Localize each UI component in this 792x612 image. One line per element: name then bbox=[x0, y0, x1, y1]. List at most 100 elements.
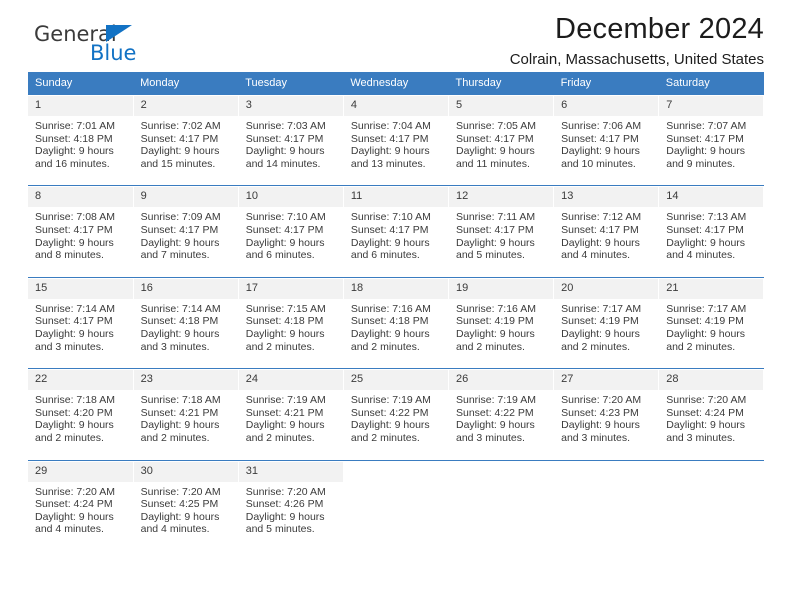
sunset-time: Sunset: 4:17 PM bbox=[666, 132, 744, 145]
week-gap-spacer bbox=[28, 450, 764, 460]
sunrise-time: Sunrise: 7:19 AM bbox=[350, 394, 431, 407]
daylight-duration-line2: and 14 minutes. bbox=[245, 157, 321, 170]
day-number: 21 bbox=[659, 278, 764, 299]
calendar-day-cell[interactable]: 27 Sunrise: 7:20 AM Sunset: 4:23 PM Dayligh… bbox=[553, 370, 660, 451]
sunset-time: Sunset: 4:18 PM bbox=[140, 315, 219, 328]
sunset-time: Sunset: 4:18 PM bbox=[350, 315, 429, 328]
calendar-day-cell[interactable]: 14 Sunrise: 7:13 AM Sunset: 4:17 PM Dayligh… bbox=[658, 187, 765, 268]
title-block: December 2024 Colrain, Massachusetts, Un… bbox=[510, 0, 764, 71]
day-number: 20 bbox=[554, 278, 659, 299]
day-number: 6 bbox=[554, 96, 659, 116]
calendar-day-cell[interactable]: 17 Sunrise: 7:15 AM Sunset: 4:18 PM Dayligh… bbox=[238, 278, 344, 360]
calendar-day-cell[interactable]: 16 Sunrise: 7:14 AM Sunset: 4:18 PM Dayligh… bbox=[133, 278, 239, 360]
day-sun-info: Sunrise: 7:02 AM Sunset: 4:17 PM Daylight:… bbox=[134, 116, 238, 176]
daylight-duration-line1: Daylight: 9 hours bbox=[245, 236, 325, 249]
calendar-day-cell[interactable]: 7 Sunrise: 7:07 AM Sunset: 4:17 PM Daylight… bbox=[658, 96, 765, 177]
day-sun-info bbox=[344, 482, 448, 492]
calendar-day-cell[interactable]: 31 Sunrise: 7:20 AM Sunset: 4:26 PM Dayligh… bbox=[238, 461, 344, 542]
sunset-time: Sunset: 4:17 PM bbox=[140, 132, 219, 145]
calendar-day-cell[interactable]: 3 Sunrise: 7:03 AM Sunset: 4:17 PM Daylight… bbox=[238, 96, 344, 177]
calendar-day-cell[interactable]: 10 Sunrise: 7:10 AM Sunset: 4:17 PM Dayligh… bbox=[238, 187, 344, 268]
day-sun-info: Sunrise: 7:12 AM Sunset: 4:17 PM Daylight:… bbox=[554, 207, 658, 267]
daylight-duration-line2: and 3 minutes. bbox=[666, 431, 736, 444]
day-sun-info: Sunrise: 7:14 AM Sunset: 4:18 PM Daylight:… bbox=[134, 299, 238, 359]
calendar-day-cell[interactable]: 23 Sunrise: 7:18 AM Sunset: 4:21 PM Dayligh… bbox=[133, 370, 239, 451]
day-number: 10 bbox=[238, 187, 343, 208]
sunrise-time: Sunrise: 7:17 AM bbox=[561, 302, 642, 315]
week-gap bbox=[28, 267, 764, 278]
logo-text-blue: Blue bbox=[90, 41, 137, 65]
calendar-day-cell[interactable]: 9 Sunrise: 7:09 AM Sunset: 4:17 PM Daylight… bbox=[133, 187, 239, 268]
calendar-day-cell[interactable]: 5 Sunrise: 7:05 AM Sunset: 4:17 PM Daylight… bbox=[448, 96, 555, 177]
calendar-day-cell[interactable]: 22 Sunrise: 7:18 AM Sunset: 4:20 PM Dayligh… bbox=[28, 370, 134, 451]
daylight-duration-line2: and 4 minutes. bbox=[140, 523, 210, 536]
day-sun-info: Sunrise: 7:20 AM Sunset: 4:26 PM Daylight:… bbox=[239, 482, 343, 542]
general-blue-logo[interactable]: General Blue bbox=[28, 22, 208, 68]
daylight-duration-line2: and 2 minutes. bbox=[140, 431, 210, 444]
sunset-time: Sunset: 4:26 PM bbox=[245, 498, 324, 511]
calendar-day-cell[interactable]: 19 Sunrise: 7:16 AM Sunset: 4:19 PM Dayligh… bbox=[448, 278, 555, 360]
day-number: 25 bbox=[343, 370, 448, 391]
day-number: 27 bbox=[554, 370, 659, 391]
day-sun-info: Sunrise: 7:17 AM Sunset: 4:19 PM Daylight:… bbox=[554, 299, 658, 359]
day-number bbox=[659, 461, 764, 482]
daylight-duration-line1: Daylight: 9 hours bbox=[666, 419, 746, 432]
calendar-day-cell[interactable]: 2 Sunrise: 7:02 AM Sunset: 4:17 PM Daylight… bbox=[133, 96, 239, 177]
calendar-day-cell[interactable]: 21 Sunrise: 7:17 AM Sunset: 4:19 PM Dayligh… bbox=[658, 278, 765, 360]
sunrise-time: Sunrise: 7:03 AM bbox=[245, 120, 326, 132]
calendar-day-cell[interactable]: 30 Sunrise: 7:20 AM Sunset: 4:25 PM Dayligh… bbox=[133, 461, 239, 542]
day-sun-info: Sunrise: 7:11 AM Sunset: 4:17 PM Daylight:… bbox=[449, 207, 553, 267]
day-sun-info bbox=[659, 482, 763, 492]
calendar-day-cell[interactable]: 6 Sunrise: 7:06 AM Sunset: 4:17 PM Daylight… bbox=[553, 96, 660, 177]
weekday-header-wednesday: Wednesday bbox=[343, 72, 449, 95]
daylight-duration-line1: Daylight: 9 hours bbox=[35, 145, 114, 158]
daylight-duration-line1: Daylight: 9 hours bbox=[561, 236, 640, 249]
calendar-day-cell[interactable]: 8 Sunrise: 7:08 AM Sunset: 4:17 PM Daylight… bbox=[28, 187, 134, 268]
week-gap bbox=[28, 176, 764, 186]
daylight-duration-line2: and 6 minutes. bbox=[245, 249, 315, 262]
day-sun-info: Sunrise: 7:17 AM Sunset: 4:19 PM Daylight:… bbox=[659, 299, 763, 359]
sunrise-time: Sunrise: 7:08 AM bbox=[35, 211, 115, 224]
calendar-day-cell[interactable]: 15 Sunrise: 7:14 AM Sunset: 4:17 PM Dayligh… bbox=[28, 278, 134, 360]
calendar-day-cell[interactable]: 13 Sunrise: 7:12 AM Sunset: 4:17 PM Dayligh… bbox=[553, 187, 660, 268]
sunset-time: Sunset: 4:24 PM bbox=[666, 406, 744, 419]
calendar-day-cell[interactable]: 18 Sunrise: 7:16 AM Sunset: 4:18 PM Dayligh… bbox=[343, 278, 450, 360]
weekday-header-tuesday: Tuesday bbox=[238, 72, 344, 95]
day-number: 14 bbox=[659, 187, 764, 208]
daylight-duration-line2: and 10 minutes. bbox=[561, 157, 636, 170]
sunrise-time: Sunrise: 7:20 AM bbox=[666, 394, 747, 407]
day-number: 8 bbox=[28, 187, 133, 208]
daylight-duration-line2: and 4 minutes. bbox=[561, 249, 631, 262]
calendar-day-cell[interactable]: 20 Sunrise: 7:17 AM Sunset: 4:19 PM Dayligh… bbox=[553, 278, 660, 360]
sunrise-time: Sunrise: 7:20 AM bbox=[245, 485, 326, 498]
calendar-day-cell[interactable]: 29 Sunrise: 7:20 AM Sunset: 4:24 PM Dayligh… bbox=[28, 461, 134, 542]
location-subtitle: Colrain, Massachusetts, United States bbox=[509, 51, 764, 68]
day-number bbox=[449, 461, 554, 482]
day-sun-info: Sunrise: 7:19 AM Sunset: 4:22 PM Daylight:… bbox=[449, 390, 553, 450]
day-number: 2 bbox=[133, 96, 238, 116]
calendar-day-cell[interactable]: 24 Sunrise: 7:19 AM Sunset: 4:21 PM Dayligh… bbox=[238, 370, 344, 451]
sunrise-time: Sunrise: 7:07 AM bbox=[666, 120, 747, 132]
day-number bbox=[554, 461, 659, 482]
calendar-day-cell[interactable]: 1 Sunrise: 7:01 AM Sunset: 4:18 PM Daylight… bbox=[28, 96, 134, 177]
calendar-day-cell-empty bbox=[343, 461, 450, 542]
calendar-day-cell[interactable]: 12 Sunrise: 7:11 AM Sunset: 4:17 PM Dayligh… bbox=[448, 187, 555, 268]
sunrise-time: Sunrise: 7:01 AM bbox=[35, 120, 115, 132]
calendar-day-cell[interactable]: 28 Sunrise: 7:20 AM Sunset: 4:24 PM Dayligh… bbox=[658, 370, 765, 451]
calendar-day-cell[interactable]: 25 Sunrise: 7:19 AM Sunset: 4:22 PM Dayligh… bbox=[343, 370, 450, 451]
day-number: 5 bbox=[449, 96, 554, 116]
day-sun-info: Sunrise: 7:01 AM Sunset: 4:18 PM Daylight:… bbox=[28, 116, 133, 176]
calendar-day-cell[interactable]: 4 Sunrise: 7:04 AM Sunset: 4:17 PM Daylight… bbox=[343, 96, 450, 177]
sunset-time: Sunset: 4:18 PM bbox=[245, 315, 324, 328]
sunrise-time: Sunrise: 7:04 AM bbox=[350, 120, 431, 132]
daylight-duration-line2: and 2 minutes. bbox=[245, 431, 315, 444]
daylight-duration-line2: and 2 minutes. bbox=[456, 340, 525, 353]
day-number: 1 bbox=[28, 96, 133, 116]
day-number: 12 bbox=[449, 187, 554, 208]
day-sun-info: Sunrise: 7:08 AM Sunset: 4:17 PM Daylight:… bbox=[28, 207, 133, 267]
calendar-day-cell[interactable]: 11 Sunrise: 7:10 AM Sunset: 4:17 PM Dayligh… bbox=[343, 187, 450, 268]
calendar-day-cell[interactable]: 26 Sunrise: 7:19 AM Sunset: 4:22 PM Dayligh… bbox=[448, 370, 555, 451]
calendar-week-row: 15 Sunrise: 7:14 AM Sunset: 4:17 PM Dayligh… bbox=[28, 278, 765, 360]
day-number: 18 bbox=[343, 278, 448, 299]
page-header: General Blue December 2024 Colrain, Mass… bbox=[28, 0, 764, 72]
